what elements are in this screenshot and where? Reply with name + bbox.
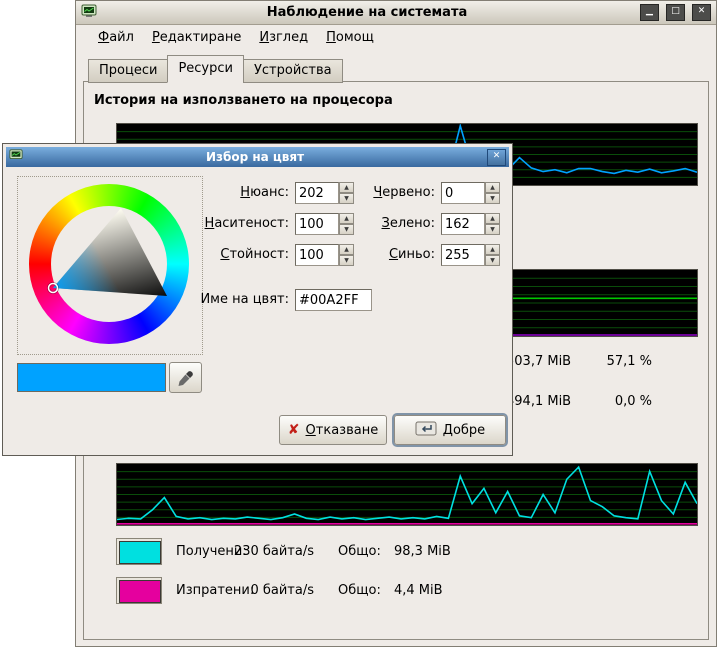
sent-color-swatch [119,580,161,603]
network-history-chart [116,463,698,526]
sent-rate: 0 байта/s [214,583,314,598]
tab-devices[interactable]: Устройства [243,59,343,83]
tab-bar: Процеси Ресурси Устройства [88,55,342,83]
menu-view[interactable]: Изглед [257,29,310,46]
spin-down-icon[interactable]: ▼ [339,193,354,204]
tab-processes[interactable]: Процеси [88,59,168,83]
received-total-label: Общо: [338,544,381,559]
green-input[interactable] [441,213,485,235]
color-wheel-area [17,176,203,355]
blue-label: Синьо: [355,247,435,262]
dialog-title: Избор на цвят [26,150,484,164]
cancel-x-icon: ✘ [288,422,300,438]
menu-help[interactable]: Помощ [324,29,376,46]
saturation-input[interactable] [295,213,339,235]
eyedropper-button[interactable] [169,362,202,393]
swap-percent-value: 0,0 % [576,394,652,409]
received-color-button[interactable] [116,538,162,565]
eyedropper-icon [176,368,196,388]
blue-spinner[interactable]: ▲ ▼ [485,244,500,266]
red-spinner[interactable]: ▲ ▼ [485,182,500,204]
dialog-close-button[interactable]: ✕ [487,149,506,166]
cancel-button[interactable]: ✘ Отказване [279,415,387,445]
spin-up-icon[interactable]: ▲ [485,244,500,255]
swap-used-value: 494,1 MiB [506,394,571,409]
enter-key-icon [415,421,437,440]
received-total: 98,3 MiB [394,544,451,559]
menu-file[interactable]: Файл [96,29,136,46]
green-spinner[interactable]: ▲ ▼ [485,213,500,235]
ok-button[interactable]: Добре [394,415,506,445]
dialog-titlebar[interactable]: Избор на цвят ✕ [6,147,509,167]
spin-up-icon[interactable]: ▲ [339,244,354,255]
value-label: Стойност: [189,247,289,262]
spin-up-icon[interactable]: ▲ [339,213,354,224]
saturation-value-triangle[interactable] [29,184,189,344]
menu-edit[interactable]: Редактиране [150,29,243,46]
color-name-input[interactable] [295,289,372,311]
color-preview [17,363,166,392]
menubar: Файл Редактиране Изглед Помощ [76,25,716,49]
sent-total: 4,4 MiB [394,583,443,598]
spin-down-icon[interactable]: ▼ [339,255,354,266]
saturation-spinner[interactable]: ▲ ▼ [339,213,354,235]
spin-up-icon[interactable]: ▲ [339,182,354,193]
spin-down-icon[interactable]: ▼ [339,224,354,235]
memory-percent-value: 57,1 % [576,354,652,369]
received-rate: 230 байта/s [214,544,314,559]
green-label: Зелено: [355,216,435,231]
red-label: Червено: [355,185,435,200]
spin-up-icon[interactable]: ▲ [485,213,500,224]
memory-used-value: 503,7 MiB [506,354,571,369]
tab-resources[interactable]: Ресурси [167,55,244,83]
dialog-app-icon [9,148,23,166]
hue-label: Нюанс: [189,185,289,200]
spin-down-icon[interactable]: ▼ [485,224,500,235]
minimize-button[interactable]: ▁ [640,4,659,21]
spin-up-icon[interactable]: ▲ [485,182,500,193]
maximize-button[interactable]: □ [666,4,685,21]
saturation-label: Наситеност: [189,216,289,231]
app-icon [81,3,97,23]
hue-spinner[interactable]: ▲ ▼ [339,182,354,204]
window-titlebar[interactable]: Наблюдение на системата ▁ □ ✕ [76,1,716,25]
window-title: Наблюдение на системата [101,5,633,20]
color-preview-fill [18,364,165,391]
hue-input[interactable] [295,182,339,204]
sent-total-label: Общо: [338,583,381,598]
cpu-history-heading: История на използването на процесора [94,93,393,108]
color-picker-dialog: Избор на цвят ✕ [2,143,513,456]
received-color-swatch [119,541,161,564]
value-spinner[interactable]: ▲ ▼ [339,244,354,266]
ok-button-label: Добре [443,423,485,438]
spin-down-icon[interactable]: ▼ [485,255,500,266]
cancel-button-label: Отказване [306,423,379,438]
blue-input[interactable] [441,244,485,266]
spin-down-icon[interactable]: ▼ [485,193,500,204]
close-button[interactable]: ✕ [692,4,711,21]
red-input[interactable] [441,182,485,204]
color-name-label: Име на цвят: [189,292,289,307]
sent-color-button[interactable] [116,577,162,604]
value-input[interactable] [295,244,339,266]
